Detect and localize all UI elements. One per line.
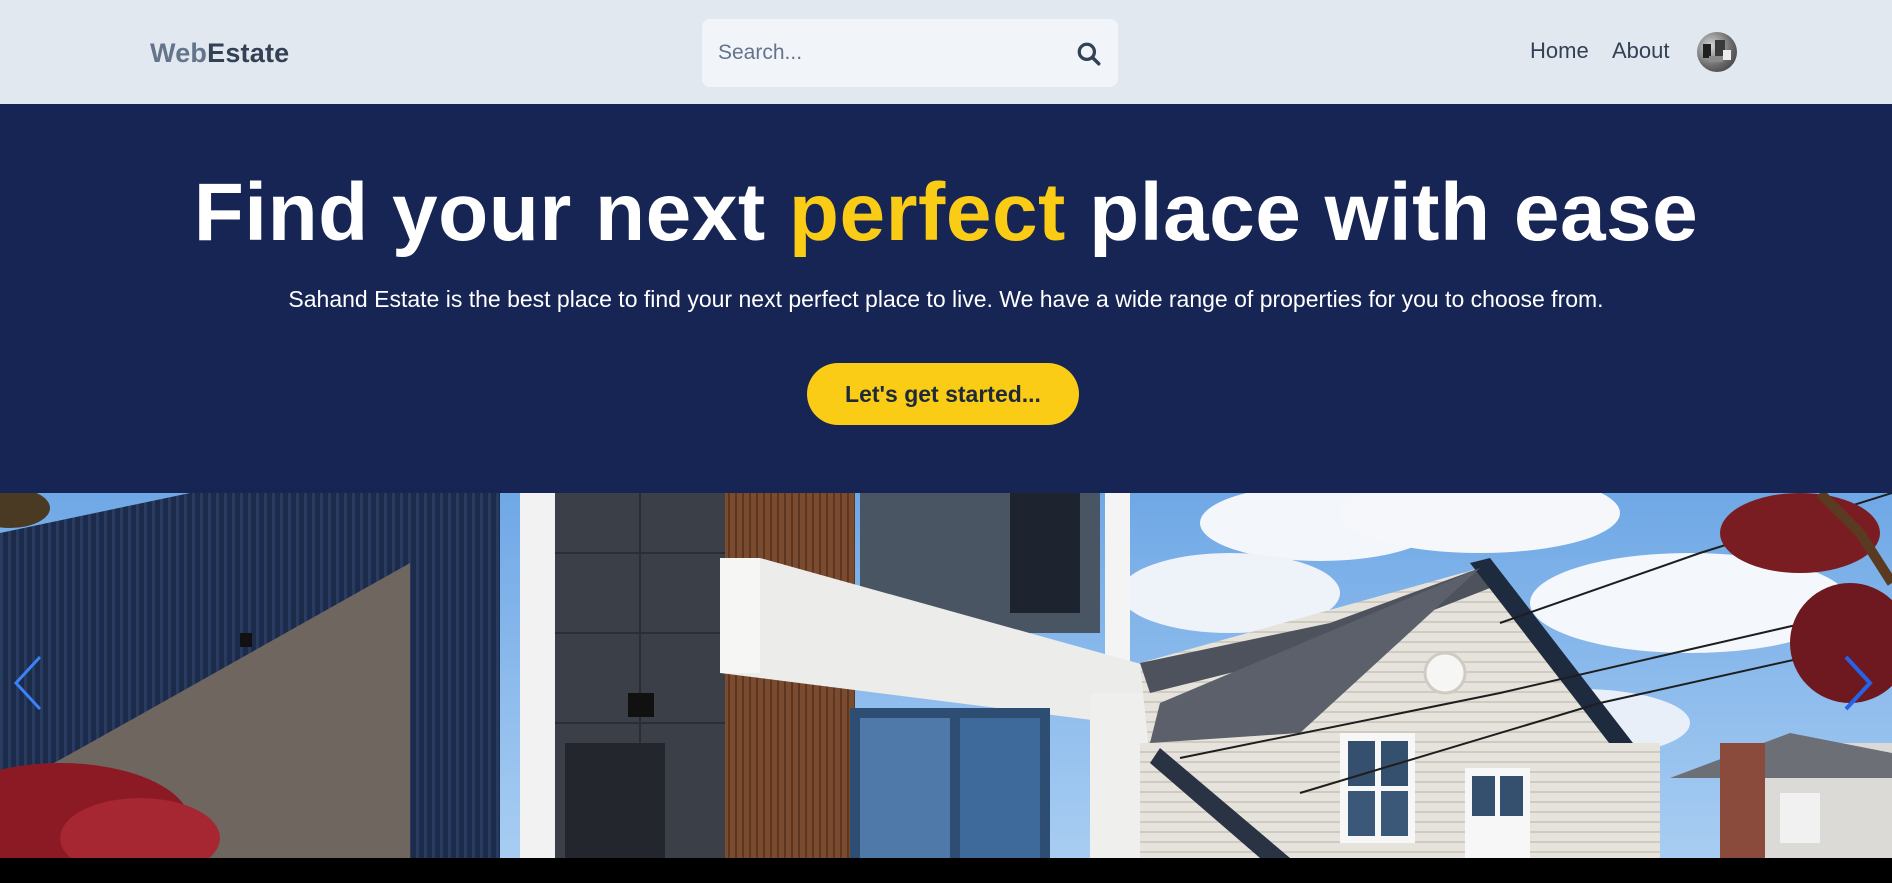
search-input[interactable] [718,19,1048,87]
chevron-left-icon[interactable] [10,653,46,713]
nav-home[interactable]: Home [1530,38,1589,64]
hero-title-highlight: perfect [788,167,1066,258]
logo-part-estate: Estate [207,38,290,68]
hero-subtitle: Sahand Estate is the best place to find … [288,286,1604,312]
listing-image-slider [0,493,1892,858]
house-photo [0,493,1892,858]
hero-title-start: Find your next [193,167,789,258]
get-started-button[interactable]: Let's get started... [807,363,1079,425]
hero-section: Find your next perfect place with ease S… [0,104,1892,493]
avatar[interactable] [1697,32,1737,72]
bottom-black-bar [0,858,1892,883]
nav-about[interactable]: About [1612,38,1670,64]
chevron-right-icon[interactable] [1840,653,1876,713]
hero-title: Find your next perfect place with ease [0,172,1892,254]
logo[interactable]: WebEstate [150,38,289,69]
hero-title-end: place with ease [1065,167,1699,258]
search-icon[interactable] [1076,41,1102,67]
logo-part-web: Web [150,38,208,68]
top-navbar: WebEstate Home About [0,0,1892,104]
search-form [702,19,1118,87]
